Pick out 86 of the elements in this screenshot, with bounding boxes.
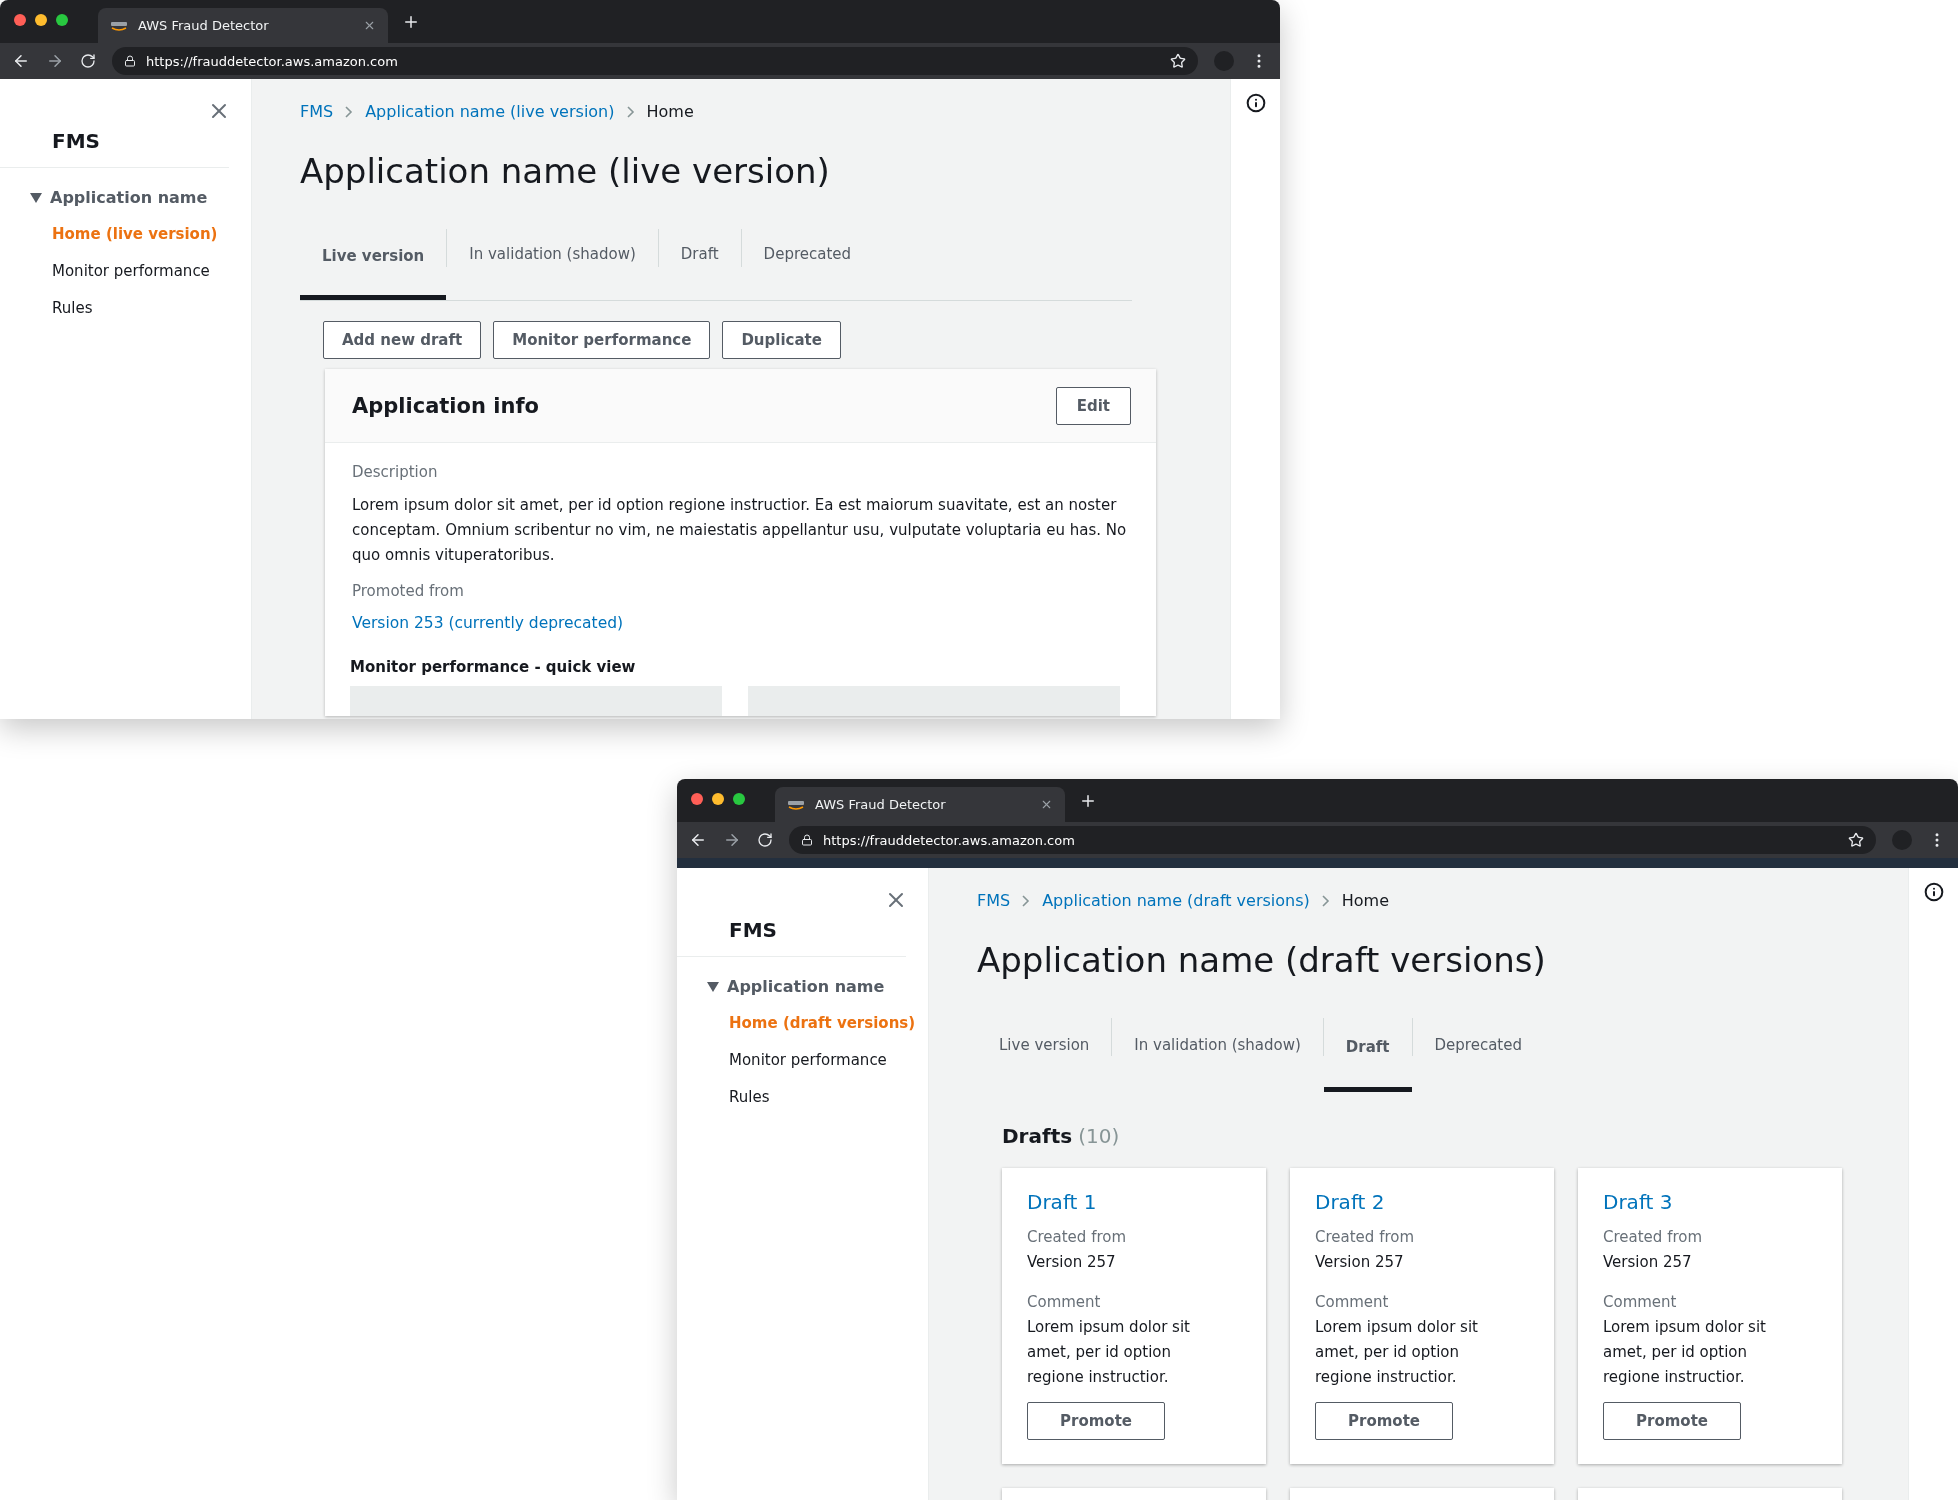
- close-window-icon[interactable]: [14, 13, 26, 26]
- sidebar-item[interactable]: Rules: [52, 299, 93, 317]
- draft-count: (10): [1078, 1124, 1120, 1148]
- current-page-label: Home: [646, 102, 694, 121]
- comment-text: Lorem ipsum dolor sit amet, per id option regione instructior.: [1315, 1317, 1479, 1388]
- breadcrumb-link[interactable]: FMS: [977, 891, 1011, 910]
- tab[interactable]: Draft: [1323, 1026, 1412, 1092]
- field-label: Created from: [1027, 1228, 1128, 1246]
- breadcrumb-link[interactable]: Application name (live version): [365, 102, 615, 121]
- tab[interactable]: Deprecated: [741, 237, 874, 300]
- close-tab-icon[interactable]: [363, 19, 376, 32]
- chevron-icon: [1022, 894, 1031, 907]
- field-value: Version 257: [1315, 1252, 1405, 1273]
- tab[interactable]: In validation (shadow): [447, 237, 658, 300]
- lock-icon: [801, 834, 813, 846]
- address-bar[interactable]: https://frauddetector.aws.amazon.com: [112, 47, 1198, 75]
- field-label: Comment: [1603, 1293, 1678, 1311]
- breadcrumb-link[interactable]: Application name (draft versions): [1042, 891, 1310, 910]
- maximize-window-icon[interactable]: [56, 13, 68, 26]
- forward-icon[interactable]: [46, 52, 64, 70]
- sidebar-item[interactable]: Monitor performance: [729, 1051, 887, 1069]
- bookmark-star-icon[interactable]: [1848, 832, 1864, 848]
- field-value: Version 257: [1603, 1252, 1693, 1273]
- tab[interactable]: In validation (shadow): [1112, 1026, 1323, 1092]
- chevron-icon: [345, 105, 354, 118]
- tab[interactable]: Live version: [977, 1026, 1112, 1092]
- back-icon[interactable]: [689, 831, 707, 849]
- aws-logo-icon: [787, 799, 805, 810]
- tab[interactable]: Draft: [658, 237, 741, 300]
- tab[interactable]: Deprecated: [1412, 1026, 1544, 1092]
- description-text: Lorem ipsum dolor sit amet, per id option regione instructior. Ea est maiorum suavitate, est an noster conceptam. Omnium scribentur no vim, ne maiestatis appellantur usu, vulputate voluptaria eu has. No quo omnis vituperatoribus.: [352, 495, 1128, 566]
- action-button[interactable]: Add new draft: [323, 321, 482, 359]
- breadcrumb-link[interactable]: FMS: [300, 102, 334, 121]
- sidebar-title: FMS: [0, 123, 229, 168]
- promote-button[interactable]: Promote: [1315, 1402, 1453, 1440]
- reload-icon[interactable]: [80, 53, 96, 69]
- field-label: Created from: [1315, 1228, 1416, 1246]
- maximize-window-icon[interactable]: [733, 792, 745, 805]
- address-bar[interactable]: https://frauddetector.aws.amazon.com: [789, 826, 1876, 854]
- promote-button[interactable]: Promote: [1603, 1402, 1741, 1440]
- sidebar-section[interactable]: Application name: [707, 977, 885, 996]
- minimize-window-icon[interactable]: [712, 792, 724, 805]
- version-link[interactable]: Version 253 (currently deprecated): [352, 614, 624, 632]
- bookmark-star-icon[interactable]: [1170, 53, 1186, 69]
- field-value: Version 257: [1027, 1252, 1117, 1273]
- comment-text: Lorem ipsum dolor sit amet, per id option regione instructior.: [1603, 1317, 1767, 1388]
- sidebar-section[interactable]: Application name: [30, 188, 208, 207]
- section-title: Monitor performance - quick view: [350, 658, 637, 676]
- close-window-icon[interactable]: [691, 792, 703, 805]
- card-title: Application info: [352, 393, 539, 418]
- close-tab-icon[interactable]: [1040, 798, 1053, 811]
- caret-icon: [707, 981, 719, 992]
- section-heading: Drafts: [1002, 1124, 1073, 1148]
- field-label: Created from: [1603, 1228, 1704, 1246]
- sidebar-title: FMS: [677, 912, 906, 957]
- info-icon[interactable]: [1245, 93, 1266, 115]
- draft-title[interactable]: Draft 3: [1603, 1190, 1673, 1214]
- page-title: Application name (draft versions): [977, 940, 1547, 980]
- reload-icon[interactable]: [757, 832, 773, 848]
- sidebar-item[interactable]: Monitor performance: [52, 262, 210, 280]
- chevron-icon: [1321, 894, 1330, 907]
- promote-button[interactable]: Promote: [1027, 1402, 1165, 1440]
- browser-tab[interactable]: AWS Fraud Detector: [775, 787, 1065, 822]
- field-label: Promoted from: [352, 582, 465, 600]
- draft-title[interactable]: Draft 2: [1315, 1190, 1385, 1214]
- action-button[interactable]: Monitor performance: [493, 321, 711, 359]
- lock-icon: [124, 55, 136, 67]
- comment-text: Lorem ipsum dolor sit amet, per id option regione instructior.: [1027, 1317, 1191, 1388]
- page-title: Application name (live version): [300, 151, 831, 191]
- tab[interactable]: Live version: [300, 237, 447, 300]
- back-icon[interactable]: [12, 52, 30, 70]
- field-label: Comment: [1315, 1293, 1390, 1311]
- field-label: Comment: [1027, 1293, 1102, 1311]
- info-icon[interactable]: [1923, 882, 1944, 904]
- sidebar-item[interactable]: Rules: [729, 1088, 770, 1106]
- edit-button[interactable]: Edit: [1055, 386, 1131, 425]
- action-button[interactable]: Duplicate: [722, 321, 841, 359]
- forward-icon[interactable]: [723, 831, 741, 849]
- chevron-icon: [626, 105, 635, 118]
- current-page-label: Home: [1341, 891, 1390, 910]
- field-label: Description: [352, 463, 439, 481]
- minimize-window-icon[interactable]: [35, 13, 47, 26]
- browser-tab[interactable]: AWS Fraud Detector: [98, 8, 388, 43]
- caret-icon: [30, 192, 42, 203]
- draft-title[interactable]: Draft 1: [1027, 1190, 1097, 1214]
- aws-logo-icon: [110, 20, 128, 31]
